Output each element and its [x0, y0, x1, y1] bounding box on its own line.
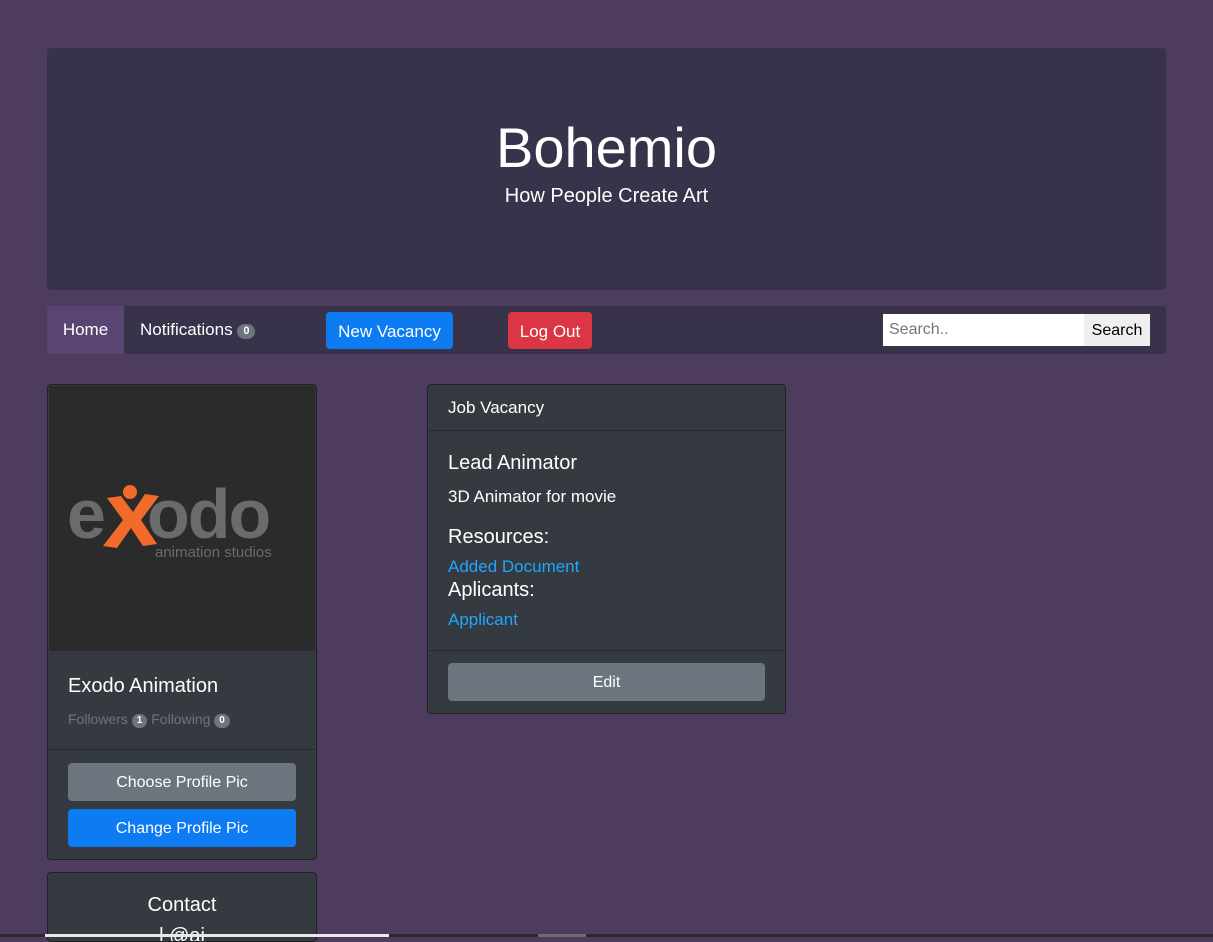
nav-home-link[interactable]: Home — [47, 306, 124, 354]
followers-label[interactable]: Followers — [68, 711, 128, 727]
jumbotron-header: Bohemio How People Create Art — [47, 48, 1166, 290]
job-description: 3D Animator for movie — [448, 487, 617, 506]
following-label[interactable]: Following — [151, 711, 210, 727]
search-button[interactable]: Search — [1084, 314, 1150, 346]
change-profile-pic-button[interactable]: Change Profile Pic — [68, 809, 296, 847]
profile-name: Exodo Animation — [68, 675, 219, 697]
applicants-heading: Aplicants: — [448, 579, 535, 601]
job-title: Lead Animator — [448, 452, 577, 474]
logo-text-e: e — [67, 475, 104, 553]
contact-title: Contact — [147, 894, 217, 916]
added-document-link[interactable]: Added Document — [448, 557, 579, 577]
followers-count-badge: 1 — [131, 714, 148, 728]
exodo-logo: e odo animation studios — [67, 475, 272, 561]
following-count-badge: 0 — [214, 714, 230, 728]
site-subtitle: How People Create Art — [504, 185, 709, 207]
edit-button[interactable]: Edit — [448, 663, 765, 701]
logo-subtext: animation studios — [155, 544, 272, 561]
search-input[interactable] — [883, 314, 1084, 346]
job-card-divider — [428, 650, 785, 651]
profile-card: e odo animation studios Exodo Animation … — [47, 384, 317, 860]
logout-button[interactable]: Log Out — [508, 312, 592, 349]
navbar: Home Notifications 0 New Vacancy Log Out… — [47, 306, 1166, 354]
follow-stats: Followers 1 Following 0 — [68, 711, 230, 728]
site-title: Bohemio — [495, 116, 718, 179]
resources-heading: Resources: — [448, 526, 550, 548]
choose-profile-pic-button[interactable]: Choose Profile Pic — [68, 763, 296, 801]
nav-notifications-label: Notifications — [140, 320, 233, 339]
logo-text-odo: odo — [147, 475, 270, 553]
job-card-header: Job Vacancy — [428, 385, 785, 431]
contact-card: Contact l @ai — [47, 872, 317, 942]
profile-body: Exodo Animation Followers 1 Following 0 — [48, 652, 316, 750]
applicant-link[interactable]: Applicant — [448, 610, 518, 630]
profile-picture: e odo animation studios — [49, 386, 315, 651]
nav-notifications-link[interactable]: Notifications 0 — [140, 306, 256, 354]
notifications-count-badge: 0 — [237, 324, 256, 339]
logo-x-head — [123, 485, 137, 499]
job-vacancy-card: Job Vacancy Lead Animator 3D Animator fo… — [427, 384, 786, 714]
new-vacancy-button[interactable]: New Vacancy — [326, 312, 453, 349]
